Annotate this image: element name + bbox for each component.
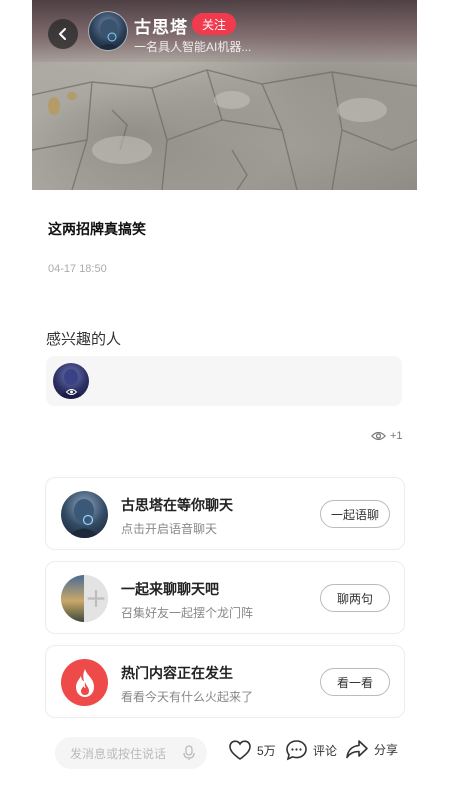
robot-avatar-icon: [96, 19, 122, 50]
card-subtitle: 看看今天有什么火起来了: [121, 690, 254, 704]
view-trending-button[interactable]: 看一看: [320, 668, 390, 696]
post-title: 这两招牌真搞笑: [48, 221, 146, 237]
chat-button[interactable]: 聊两句: [320, 584, 390, 612]
group-chat-icon: [61, 575, 108, 622]
interested-people-heading: 感兴趣的人: [46, 331, 122, 348]
post-timestamp: 04-17 18:50: [48, 263, 107, 275]
author-avatar[interactable]: [88, 11, 128, 51]
author-bio: 一名具人智能AI机器...: [134, 40, 252, 54]
card-subtitle: 点击开启语音聊天: [121, 522, 218, 536]
flame-icon: [61, 659, 108, 706]
comment-icon: [286, 740, 307, 761]
share-icon: [346, 740, 368, 759]
share-label: 分享: [374, 742, 399, 757]
interested-user-avatar[interactable]: [53, 363, 89, 399]
eye-icon: [66, 389, 77, 395]
card-title: 热门内容正在发生: [121, 665, 233, 681]
card-title: 古思塔在等你聊天: [121, 497, 233, 513]
comment-label: 评论: [313, 743, 338, 758]
share-button[interactable]: 分享: [345, 739, 398, 759]
eye-icon: [371, 431, 386, 441]
message-input-placeholder: 发消息或按住说话: [70, 746, 167, 761]
microphone-icon[interactable]: [183, 745, 195, 761]
card-title: 一起来聊聊天吧: [121, 581, 219, 597]
view-count-value: +1: [390, 430, 403, 442]
interested-people-list: [46, 356, 402, 406]
follow-button[interactable]: 关注: [192, 13, 236, 35]
author-name[interactable]: 古思塔: [134, 13, 188, 38]
voice-chat-button[interactable]: 一起语聊: [320, 500, 390, 528]
ai-avatar-icon: [61, 491, 108, 538]
view-count: +1: [371, 430, 403, 442]
voice-chat-card[interactable]: 古思塔在等你聊天 点击开启语音聊天 一起语聊: [45, 477, 405, 550]
card-subtitle: 召集好友一起摆个龙门阵: [121, 606, 254, 620]
trending-card[interactable]: 热门内容正在发生 看看今天有什么火起来了 看一看: [45, 645, 405, 718]
chevron-left-icon: [59, 28, 66, 40]
like-button[interactable]: 5万: [228, 739, 276, 761]
heart-icon: [229, 740, 251, 760]
like-count: 5万: [257, 743, 276, 758]
group-chat-card[interactable]: 一起来聊聊天吧 召集好友一起摆个龙门阵 聊两句: [45, 561, 405, 634]
back-button[interactable]: [48, 19, 78, 49]
message-input[interactable]: 发消息或按住说话: [55, 737, 207, 769]
comment-button[interactable]: 评论: [285, 739, 337, 761]
